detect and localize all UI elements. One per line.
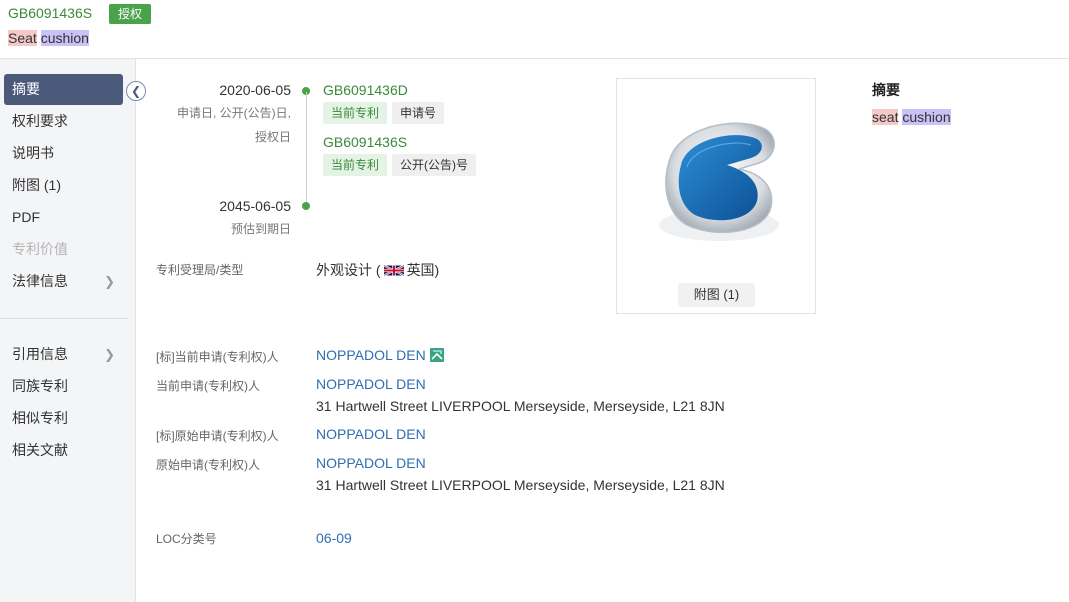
chevron-left-icon: ❮ [130, 84, 142, 98]
original-applicant-label: 原始申请(专利权)人 [156, 458, 260, 472]
abstract-text: seat cushion [872, 109, 951, 125]
patent-title: Seat cushion [8, 30, 89, 46]
abstract-highlight-cushion: cushion [902, 109, 951, 125]
original-applicant-address: 31 Hartwell Street LIVERPOOL Merseyside,… [316, 477, 725, 493]
std-original-applicant-link[interactable]: NOPPADOL DEN [316, 426, 426, 442]
std-original-applicant-label: [标]原始申请(专利权)人 [156, 429, 279, 443]
figure-count-button[interactable]: 附图 (1) [678, 283, 755, 307]
original-applicant-link[interactable]: NOPPADOL DEN [316, 455, 426, 471]
status-badge: 授权 [109, 4, 152, 24]
publication-number-link[interactable]: GB6091436S [323, 134, 407, 150]
current-applicant-label: 当前申请(专利权)人 [156, 379, 260, 393]
application-number-tag: 申请号 [392, 102, 445, 124]
std-current-applicant-row: NOPPADOL DEN [316, 347, 444, 363]
loc-class-label: LOC分类号 [156, 532, 217, 546]
sidebar-item-pdf[interactable]: PDF [4, 202, 123, 233]
collapse-sidebar-button[interactable]: ❮ [126, 81, 146, 101]
title-highlight-seat: Seat [8, 30, 37, 46]
timeline-line [306, 92, 307, 206]
timeline-end-label: 预估到期日 [230, 222, 291, 236]
std-current-applicant-link[interactable]: NOPPADOL DEN [316, 347, 426, 363]
sidebar-item-patent-value: 专利价值 [12, 241, 68, 257]
current-patent-tag: 当前专利 [323, 102, 388, 124]
office-type-value: 外观设计 ( 英国) [316, 262, 440, 278]
timeline-start-label: 申请日, 公开(公告)日, [177, 106, 291, 120]
figure-panel[interactable]: 附图 (1) [616, 78, 816, 314]
publication-number[interactable]: GB6091436S [8, 5, 92, 21]
office-type-label: 专利受理局/类型 [156, 263, 244, 277]
sidebar-nav: 摘要 权利要求 说明书 附图 (1) PDF 专利价值 法律信息 ❯ 引用信息 ❯ … [0, 59, 136, 602]
chevron-right-icon: ❯ [104, 274, 115, 289]
current-patent-tag: 当前专利 [323, 154, 388, 176]
abstract-title: 摘要 [872, 82, 900, 98]
timeline-end-date: 2045-06-05 [219, 198, 291, 214]
abstract-highlight-seat: seat [872, 109, 899, 125]
sidebar-item-abstract[interactable]: 摘要 [4, 74, 123, 105]
sidebar-item-related-docs[interactable]: 相关文献 [4, 435, 123, 466]
chevron-right-icon: ❯ [104, 347, 115, 362]
loc-class-link[interactable]: 06-09 [316, 530, 352, 546]
sidebar-item-citations[interactable]: 引用信息 ❯ [4, 339, 123, 370]
std-current-applicant-label: [标]当前申请(专利权)人 [156, 350, 279, 364]
application-number-link[interactable]: GB6091436D [323, 82, 408, 98]
publication-number-tag: 公开(公告)号 [392, 154, 476, 176]
current-applicant-address: 31 Hartwell Street LIVERPOOL Merseyside,… [316, 398, 725, 414]
applicant-profile-icon[interactable] [429, 348, 444, 362]
sidebar-item-similar[interactable]: 相似专利 [4, 403, 123, 434]
timeline-start-date: 2020-06-05 [219, 82, 291, 98]
seat-cushion-image[interactable] [647, 107, 787, 257]
sidebar-item-description[interactable]: 说明书 [4, 138, 123, 169]
timeline-end-dot [302, 202, 310, 210]
patent-header: GB6091436S 授权 Seat cushion [0, 0, 1069, 59]
sidebar-divider [0, 318, 128, 319]
sidebar-item-claims[interactable]: 权利要求 [4, 106, 123, 137]
timeline-start-label-2: 授权日 [254, 130, 291, 144]
uk-flag-icon [383, 264, 404, 277]
sidebar-item-family[interactable]: 同族专利 [4, 371, 123, 402]
title-highlight-cushion: cushion [40, 30, 89, 46]
sidebar-item-legal-info[interactable]: 法律信息 ❯ [4, 266, 123, 297]
current-applicant-link[interactable]: NOPPADOL DEN [316, 376, 426, 392]
sidebar-item-figures[interactable]: 附图 (1) [4, 170, 123, 201]
